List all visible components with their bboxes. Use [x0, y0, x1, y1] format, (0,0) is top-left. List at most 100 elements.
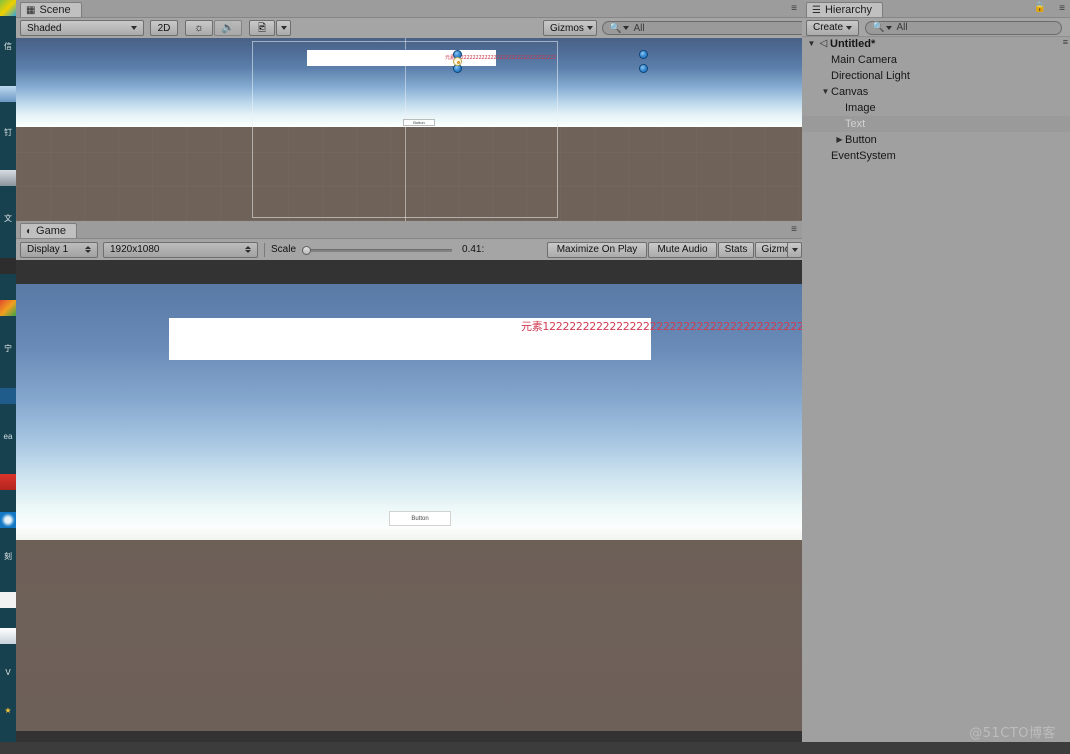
hierarchy-item-label: Main Camera [831, 54, 898, 66]
foldout-closed-icon[interactable]: ▶ [834, 136, 845, 144]
hierarchy-item-label: Image [845, 102, 876, 114]
chevron-down-icon [131, 26, 137, 30]
hierarchy-item-canvas[interactable]: ▼ Canvas [802, 84, 1070, 100]
dock-icon-10[interactable] [0, 628, 16, 644]
scale-slider-thumb[interactable] [302, 245, 312, 255]
scene-panel-menu-icon[interactable]: ≡ [791, 3, 797, 14]
dock-label-2: 钉 [4, 128, 12, 137]
magnifier-icon: 🔍 [872, 22, 885, 33]
rect-handle-top-right[interactable] [639, 50, 648, 59]
foldout-open-icon[interactable]: ▼ [820, 88, 831, 96]
dock-icon-6[interactable] [0, 388, 16, 404]
hierarchy-tabbar: ☰ Hierarchy 🔒 ≡ [802, 0, 1070, 18]
rect-pivot-handle[interactable] [453, 57, 462, 66]
rect-handle-bottom-right[interactable] [639, 64, 648, 73]
dock-label-7: V [5, 668, 11, 677]
panel-menu-icon[interactable]: ≡ [1059, 3, 1065, 14]
game-button-object[interactable]: Button [389, 511, 451, 526]
hierarchy-item-image[interactable]: Image [802, 100, 1070, 116]
scene-audio-toggle[interactable]: 🔊 [214, 20, 242, 36]
game-gizmos-dropdown[interactable] [787, 241, 802, 258]
create-dropdown[interactable]: Create [806, 19, 859, 36]
window-bottom-bar [0, 742, 1070, 754]
toggle-2d-button[interactable]: 2D [150, 20, 178, 36]
resolution-dropdown[interactable]: 1920x1080 [103, 241, 258, 258]
foldout-open-icon[interactable]: ▼ [806, 40, 817, 48]
chevron-down-icon [791, 247, 798, 252]
stepper-arrows-icon [85, 246, 91, 253]
hierarchy-item-label: Text [845, 118, 866, 130]
chevron-down-icon [623, 26, 630, 30]
scene-options-menu-icon[interactable]: ≡ [1063, 37, 1068, 47]
scene-effects-dropdown[interactable] [276, 20, 291, 36]
stats-button[interactable]: Stats [718, 241, 754, 258]
resolution-label: 1920x1080 [110, 244, 160, 255]
dock-icon-2[interactable] [0, 86, 16, 102]
scale-label: Scale [271, 244, 297, 255]
hierarchy-item-text[interactable]: Text [802, 116, 1070, 132]
scene-viewport[interactable]: 元素1222222222222222222222222222222222 But… [16, 38, 802, 221]
hierarchy-item-label: Button [845, 134, 877, 146]
scene-text-object[interactable]: 元素1222222222222222222222222222222222 [445, 54, 790, 63]
hierarchy-item-label: Canvas [831, 86, 869, 98]
hierarchy-item-label: Untitled* [830, 38, 876, 50]
game-viewport[interactable]: 元素12222222222222222222222222222222222222… [16, 260, 802, 754]
game-ground [16, 540, 802, 731]
maximize-on-play-label: Maximize On Play [556, 244, 638, 255]
watermark: @51CTO博客 [969, 726, 1056, 741]
shading-mode-dropdown[interactable]: Shaded [20, 20, 144, 36]
maximize-on-play-button[interactable]: Maximize On Play [547, 241, 647, 258]
scene-search-field[interactable]: 🔍 All [602, 21, 810, 35]
display-label: Display 1 [27, 244, 69, 255]
tab-hierarchy[interactable]: ☰ Hierarchy [806, 2, 884, 18]
magnifier-icon: 🔍 [609, 22, 622, 34]
lock-icon[interactable]: 🔒 [1034, 2, 1046, 13]
stats-label: Stats [724, 244, 748, 255]
display-dropdown[interactable]: Display 1 [20, 241, 98, 258]
dock-icon-8[interactable] [0, 512, 16, 528]
scene-toolbar: Shaded 2D ☼ 🔊 🖻 Gizmos 🔍 All [16, 17, 810, 39]
dock-label-8: ★ [4, 706, 12, 715]
dock-label-3: 文 [4, 214, 12, 223]
hierarchy-item-directional-light[interactable]: Directional Light [802, 68, 1070, 84]
tab-game[interactable]: ◐ Game [20, 223, 78, 239]
dock-label-1: 信 [4, 42, 12, 51]
game-panel: ◐ Game ≡ Display 1 1920x1080 Scale 0.41:… [16, 221, 802, 754]
scene-grid-icon: ▦ [26, 4, 36, 16]
game-render-area: 元素12222222222222222222222222222222222222… [16, 284, 802, 731]
hierarchy-tree[interactable]: ▼ ◁ Untitled* Main Camera Directional Light ▼… [802, 36, 1070, 754]
hierarchy-rows: ▼ ◁ Untitled* Main Camera Directional Light ▼… [802, 36, 1070, 164]
dock-icon-3[interactable] [0, 170, 16, 186]
create-label: Create [813, 22, 844, 33]
scale-slider[interactable] [302, 244, 453, 256]
hierarchy-item-eventsystem[interactable]: EventSystem [802, 148, 1070, 164]
scene-button-object[interactable]: Button [403, 119, 435, 126]
dock-icon-1[interactable] [0, 0, 16, 16]
scene-effects-toggle[interactable]: 🖻 [249, 20, 275, 36]
scene-lighting-toggle[interactable]: ☼ [185, 20, 213, 36]
dock-icon-9[interactable] [0, 592, 16, 608]
scene-gizmos-dropdown[interactable]: Gizmos [543, 20, 597, 36]
game-panel-menu-icon[interactable]: ≡ [791, 224, 797, 235]
hierarchy-item-main-camera[interactable]: Main Camera [802, 52, 1070, 68]
mute-audio-button[interactable]: Mute Audio [648, 241, 717, 258]
chevron-down-icon [586, 26, 593, 30]
os-taskbar-strip[interactable]: 信 钉 文 宁 ea 刻 V ★ [0, 0, 16, 754]
dock-icon-5[interactable] [0, 300, 16, 316]
hierarchy-item-label: EventSystem [831, 150, 896, 162]
mute-audio-label: Mute Audio [657, 244, 708, 255]
tab-game-label: Game [36, 225, 67, 237]
sun-icon: ☼ [193, 21, 205, 34]
image-effects-icon: 🖻 [257, 22, 267, 34]
dock-icon-4[interactable] [0, 258, 16, 274]
toggle-2d-label: 2D [157, 22, 171, 34]
hierarchy-item-untitled[interactable]: ▼ ◁ Untitled* [802, 36, 1070, 52]
hierarchy-search-field[interactable]: 🔍 All [865, 20, 1062, 35]
tab-scene[interactable]: ▦ Scene [20, 2, 82, 18]
dock-icon-7[interactable] [0, 474, 16, 490]
speaker-icon: 🔊 [221, 21, 235, 34]
stepper-arrows-icon [245, 246, 251, 253]
chevron-down-icon [886, 25, 893, 30]
hierarchy-item-button[interactable]: ▶ Button [802, 132, 1070, 148]
hierarchy-toolbar: Create 🔍 All [802, 17, 1070, 38]
